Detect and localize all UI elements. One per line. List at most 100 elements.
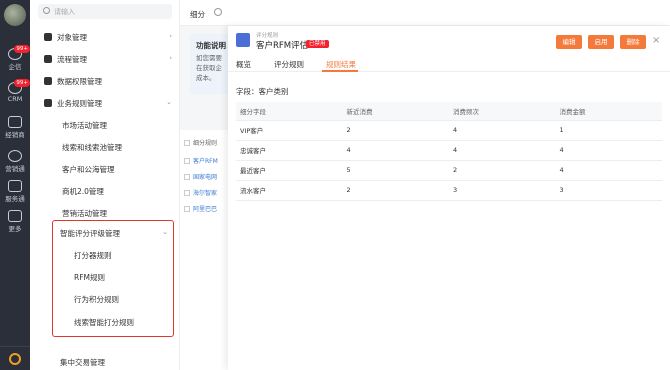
table-row: 忠诚客户 4 4 4 <box>236 140 662 161</box>
tab-rule-results[interactable]: 规则结果 <box>326 59 356 70</box>
sub-item-customer-sea[interactable]: 客户和公海管理 <box>62 164 115 175</box>
table-cell: 4 <box>555 140 662 161</box>
checkbox[interactable] <box>184 140 190 146</box>
table-cell: 1 <box>555 120 662 141</box>
avatar[interactable] <box>4 4 26 26</box>
info-line: 成本。 <box>196 74 216 82</box>
rail-label-service: 服务通 <box>5 195 25 203</box>
table-cell: 4 <box>449 140 556 161</box>
list-item[interactable]: 国家电网 <box>184 172 217 181</box>
highlight-box <box>52 220 174 337</box>
table-cell: 2 <box>342 120 449 141</box>
list-item[interactable]: 阿里巴巴 <box>184 204 217 213</box>
rail-label-more: 更多 <box>8 225 22 233</box>
field-label: 字段：客户类别 <box>236 87 289 96</box>
list-header-label: 细分规则 <box>193 140 218 147</box>
table-cell: 2 <box>449 160 556 181</box>
rail-item-marketing[interactable]: 营销通 <box>0 150 30 173</box>
results-table: 细分字段 新近消费 消费频次 消费金额 VIP客户 2 4 1 忠诚客户 4 4… <box>236 102 662 201</box>
chevron-down-icon: ⌄ <box>166 98 172 106</box>
drawer-title: 客户RFM评估 <box>256 41 309 51</box>
column-header: 细分字段 <box>236 102 343 121</box>
column-header: 消费金额 <box>555 102 662 121</box>
tab-overview[interactable]: 概览 <box>236 59 251 70</box>
rail-label-marketing: 营销通 <box>5 165 25 173</box>
wrench-icon <box>44 99 52 107</box>
user-icon <box>44 33 52 41</box>
chevron-right-icon: › <box>169 54 172 62</box>
sub-item-market-activity[interactable]: 市场活动管理 <box>62 120 107 131</box>
column-header: 消费频次 <box>449 102 556 121</box>
service-icon <box>8 180 22 192</box>
drawer-supertitle: 评分规则 <box>256 33 279 39</box>
status-badge: 已禁用 <box>306 40 329 48</box>
rail-item-service[interactable]: 服务通 <box>0 180 30 203</box>
close-icon[interactable]: × <box>652 35 660 46</box>
table-cell: 最近客户 <box>236 160 343 181</box>
nav-search[interactable]: 请输入 <box>38 4 172 19</box>
table-cell: 5 <box>342 160 449 181</box>
dealer-icon <box>8 116 22 128</box>
table-cell: 4 <box>555 160 662 181</box>
sub-item-opportunity[interactable]: 商机2.0管理 <box>62 186 104 197</box>
column-header: 新近消费 <box>342 102 449 121</box>
nav-item-label: 流程管理 <box>57 55 87 64</box>
rail-item-crm[interactable]: 99+ CRM <box>0 79 30 103</box>
table-cell: 4 <box>449 120 556 141</box>
table-row: VIP客户 2 4 1 <box>236 120 662 141</box>
tab-scoring-rules[interactable]: 评分规则 <box>274 59 304 70</box>
rail-item-qixin[interactable]: 99+ 企信 <box>0 45 30 71</box>
gear-icon <box>9 353 21 365</box>
rail-label-crm: CRM <box>7 95 23 103</box>
edit-button[interactable]: 编辑 <box>556 35 582 49</box>
table-cell: VIP客户 <box>236 120 343 141</box>
list-item[interactable]: 客户RFM <box>184 156 218 165</box>
main-header: 细分 <box>180 0 670 26</box>
lock-icon <box>44 77 52 85</box>
table-row: 最近客户 5 2 4 <box>236 160 662 181</box>
nav-item-label: 业务规则管理 <box>57 99 102 108</box>
checkbox[interactable] <box>184 190 190 196</box>
enable-button[interactable]: 启用 <box>588 35 614 49</box>
rail-item-dealer[interactable]: 经销商 <box>0 116 30 139</box>
rule-list: 细分规则 客户RFM 国家电网 海尔智家 阿里巴巴 <box>180 130 228 370</box>
nav-item-business-rules[interactable]: 业务规则管理 ⌄ <box>44 98 172 109</box>
table-cell: 忠诚客户 <box>236 140 343 161</box>
delete-button[interactable]: 删除 <box>620 35 646 49</box>
sub-item-marketing-activity[interactable]: 营销活动管理 <box>62 208 107 219</box>
grid-icon <box>8 210 22 222</box>
info-line: 在获取企 <box>196 64 222 72</box>
search-icon <box>43 7 50 14</box>
app-rail: 99+ 企信 99+ CRM 经销商 营销通 服务通 更多 <box>0 0 30 370</box>
rail-badge-crm: 99+ <box>14 79 30 87</box>
list-item[interactable]: 海尔智家 <box>184 188 217 197</box>
table-cell: 4 <box>342 140 449 161</box>
flow-icon <box>44 55 52 63</box>
drawer-tabs: 概览 评分规则 规则结果 <box>228 56 670 72</box>
rail-settings[interactable] <box>0 346 30 370</box>
rail-label-dealer: 经销商 <box>5 131 25 139</box>
nav-item-label: 对象管理 <box>57 33 87 42</box>
chevron-right-icon: › <box>169 32 172 40</box>
nav-item-object[interactable]: 对象管理 › <box>44 32 172 43</box>
list-header: 细分规则 <box>184 138 217 147</box>
nav-item-trade-management[interactable]: 集中交易管理 <box>60 357 105 368</box>
page-title: 细分 <box>190 10 205 19</box>
nav-item-process[interactable]: 流程管理 › <box>44 54 172 65</box>
table-row: 流水客户 2 3 3 <box>236 180 662 201</box>
list-item-label: 国家电网 <box>193 174 218 181</box>
help-icon[interactable] <box>214 8 222 16</box>
search-placeholder: 请输入 <box>54 8 75 16</box>
list-item-label: 海尔智家 <box>193 190 218 197</box>
info-line: 如您需要 <box>196 54 222 62</box>
table-header-row: 细分字段 新近消费 消费频次 消费金额 <box>236 102 662 121</box>
checkbox[interactable] <box>184 206 190 212</box>
sub-item-lead-pool[interactable]: 线索和线索池管理 <box>62 142 122 153</box>
checkbox[interactable] <box>184 158 190 164</box>
table-cell: 2 <box>342 180 449 201</box>
nav-item-data-permission[interactable]: 数据权限管理 <box>44 76 172 87</box>
info-title: 功能说明 <box>196 41 226 50</box>
rule-detail-drawer: 评分规则 客户RFM评估 已禁用 编辑 启用 删除 × 概览 评分规则 规则结果… <box>228 26 670 370</box>
checkbox[interactable] <box>184 174 190 180</box>
rail-item-more[interactable]: 更多 <box>0 210 30 233</box>
